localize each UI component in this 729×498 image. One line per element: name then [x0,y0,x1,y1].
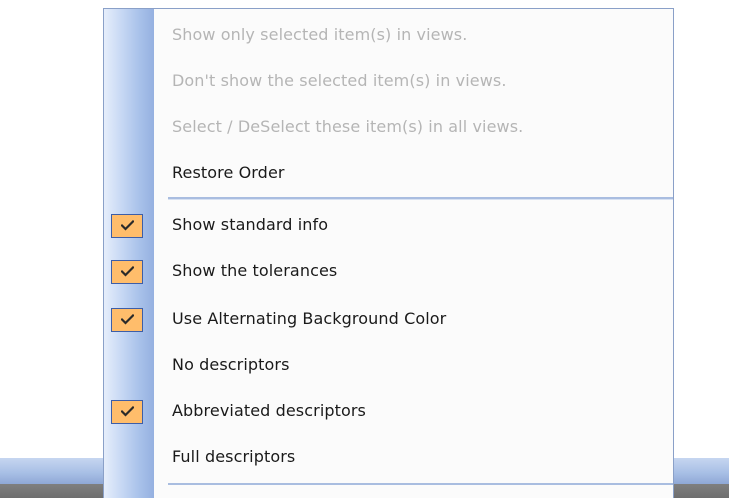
menu-item-label: Full descriptors [172,447,296,466]
menu-item-show-only-selected[interactable]: Show only selected item(s) in views. [104,17,673,55]
menu-item-no-descriptors[interactable]: No descriptors [104,347,673,385]
menu-item-label: Use Alternating Background Color [172,309,447,328]
checkmark-icon [111,214,143,238]
menu-item-label: No descriptors [172,355,290,374]
menu-item-select-deselect-all-views[interactable]: Select / DeSelect these item(s) in all v… [104,109,673,147]
checkmark-icon [111,308,143,332]
menu-separator-highlight [168,199,673,200]
checkmark-icon [111,260,143,284]
context-menu: Show only selected item(s) in views. Don… [103,8,674,498]
menu-item-label: Don't show the selected item(s) in views… [172,71,507,90]
menu-item-dont-show-selected[interactable]: Don't show the selected item(s) in views… [104,63,673,101]
menu-item-show-standard-info[interactable]: Show standard info [104,207,673,245]
menu-item-label: Show the tolerances [172,261,338,280]
menu-item-show-tolerances[interactable]: Show the tolerances [104,253,673,291]
menu-item-restore-order[interactable]: Restore Order [104,155,673,193]
menu-item-label: Abbreviated descriptors [172,401,366,420]
menu-item-label: Show standard info [172,215,329,234]
menu-item-alternating-background[interactable]: Use Alternating Background Color [104,301,673,339]
menu-item-label: Select / DeSelect these item(s) in all v… [172,117,524,136]
menu-item-full-descriptors[interactable]: Full descriptors [104,439,673,477]
menu-item-label: Show only selected item(s) in views. [172,25,468,44]
checkmark-icon [111,400,143,424]
menu-item-abbreviated-descriptors[interactable]: Abbreviated descriptors [104,393,673,431]
screenshot-stage: Show only selected item(s) in views. Don… [0,0,729,498]
menu-separator [168,483,673,485]
menu-item-label: Restore Order [172,163,285,182]
